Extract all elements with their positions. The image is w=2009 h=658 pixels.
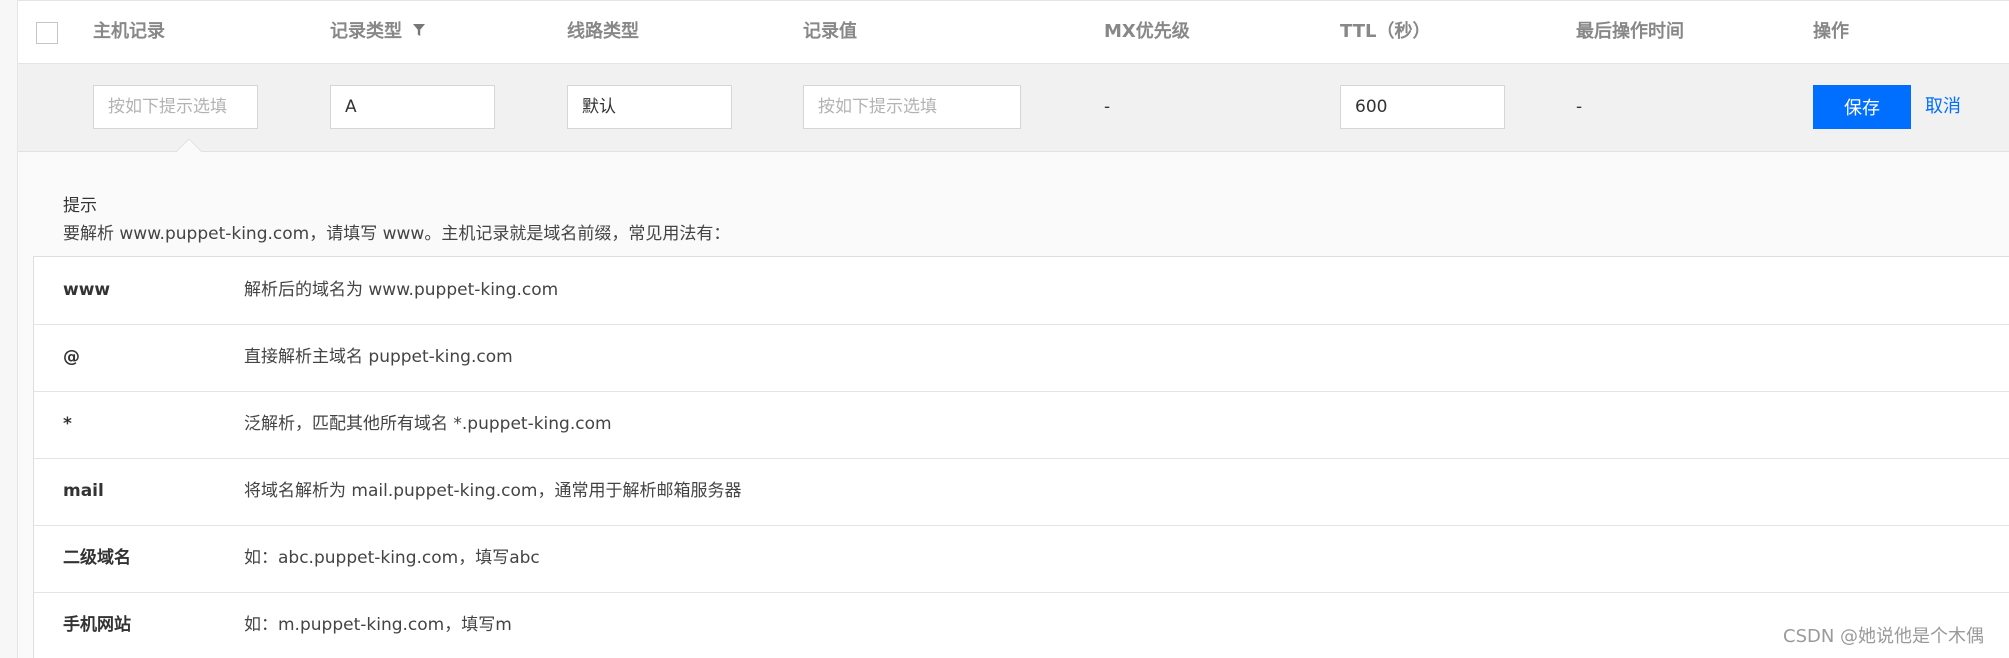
watermark: CSDN @她说他是个木偶 — [1783, 626, 1985, 647]
header-ops: 操作 — [1813, 21, 1849, 42]
table-header: 主机记录 记录类型 线路类型 记录值 MX优先级 TTL（秒） 最后操作时间 操… — [18, 1, 2009, 64]
tip-row: 二级域名 如：abc.puppet-king.com，填写abc — [34, 525, 2009, 593]
header-ttl: TTL（秒） — [1340, 21, 1431, 42]
updated-value: - — [1576, 97, 1583, 117]
header-updated: 最后操作时间 — [1576, 21, 1684, 42]
header-type: 记录类型 — [330, 1, 426, 63]
type-select[interactable]: A — [330, 85, 495, 129]
tip-row-desc: 如：m.puppet-king.com，填写m — [244, 615, 512, 635]
tip-row: 手机网站 如：m.puppet-king.com，填写m — [34, 592, 2009, 658]
tip-row: * 泛解析，匹配其他所有域名 *.puppet-king.com — [34, 391, 2009, 459]
tip-row-desc: 解析后的域名为 www.puppet-king.com — [244, 280, 559, 300]
tip-description: 要解析 www.puppet-king.com，请填写 www。主机记录就是域名… — [63, 224, 731, 244]
tip-row-key: * — [63, 414, 72, 434]
tip-row-key: @ — [63, 347, 80, 367]
mx-value: - — [1104, 97, 1111, 117]
tip-row-key: 二级域名 — [63, 548, 131, 568]
tip-row-desc: 泛解析，匹配其他所有域名 *.puppet-king.com — [244, 414, 612, 434]
tip-row-desc: 将域名解析为 mail.puppet-king.com，通常用于解析邮箱服务器 — [244, 481, 742, 501]
select-all-checkbox[interactable] — [36, 22, 58, 44]
header-line: 线路类型 — [567, 21, 639, 42]
cancel-link[interactable]: 取消 — [1925, 85, 1961, 129]
value-input[interactable] — [803, 85, 1021, 129]
edit-row: A 默认 - - 保存 取消 — [18, 64, 2009, 152]
line-select[interactable]: 默认 — [567, 85, 732, 129]
tip-row-desc: 直接解析主域名 puppet-king.com — [244, 347, 513, 367]
filter-icon[interactable] — [412, 1, 426, 63]
tip-row-key: www — [63, 280, 111, 300]
header-mx: MX优先级 — [1104, 21, 1190, 42]
tip-row-key: mail — [63, 481, 104, 501]
header-host: 主机记录 — [93, 21, 165, 42]
save-button[interactable]: 保存 — [1813, 85, 1911, 129]
header-type-label: 记录类型 — [330, 21, 402, 42]
tip-table: www 解析后的域名为 www.puppet-king.com @ 直接解析主域… — [33, 256, 2009, 658]
tip-row: mail 将域名解析为 mail.puppet-king.com，通常用于解析邮… — [34, 458, 2009, 526]
ttl-input[interactable] — [1340, 85, 1505, 129]
tip-row-key: 手机网站 — [63, 615, 131, 635]
tip-row: @ 直接解析主域名 puppet-king.com — [34, 324, 2009, 392]
host-input[interactable] — [93, 85, 258, 129]
dns-record-panel: 主机记录 记录类型 线路类型 记录值 MX优先级 TTL（秒） 最后操作时间 操… — [17, 0, 2009, 658]
header-value: 记录值 — [803, 21, 857, 42]
tip-title: 提示 — [63, 196, 97, 216]
tip-row: www 解析后的域名为 www.puppet-king.com — [34, 257, 2009, 325]
tip-row-desc: 如：abc.puppet-king.com，填写abc — [244, 548, 540, 568]
